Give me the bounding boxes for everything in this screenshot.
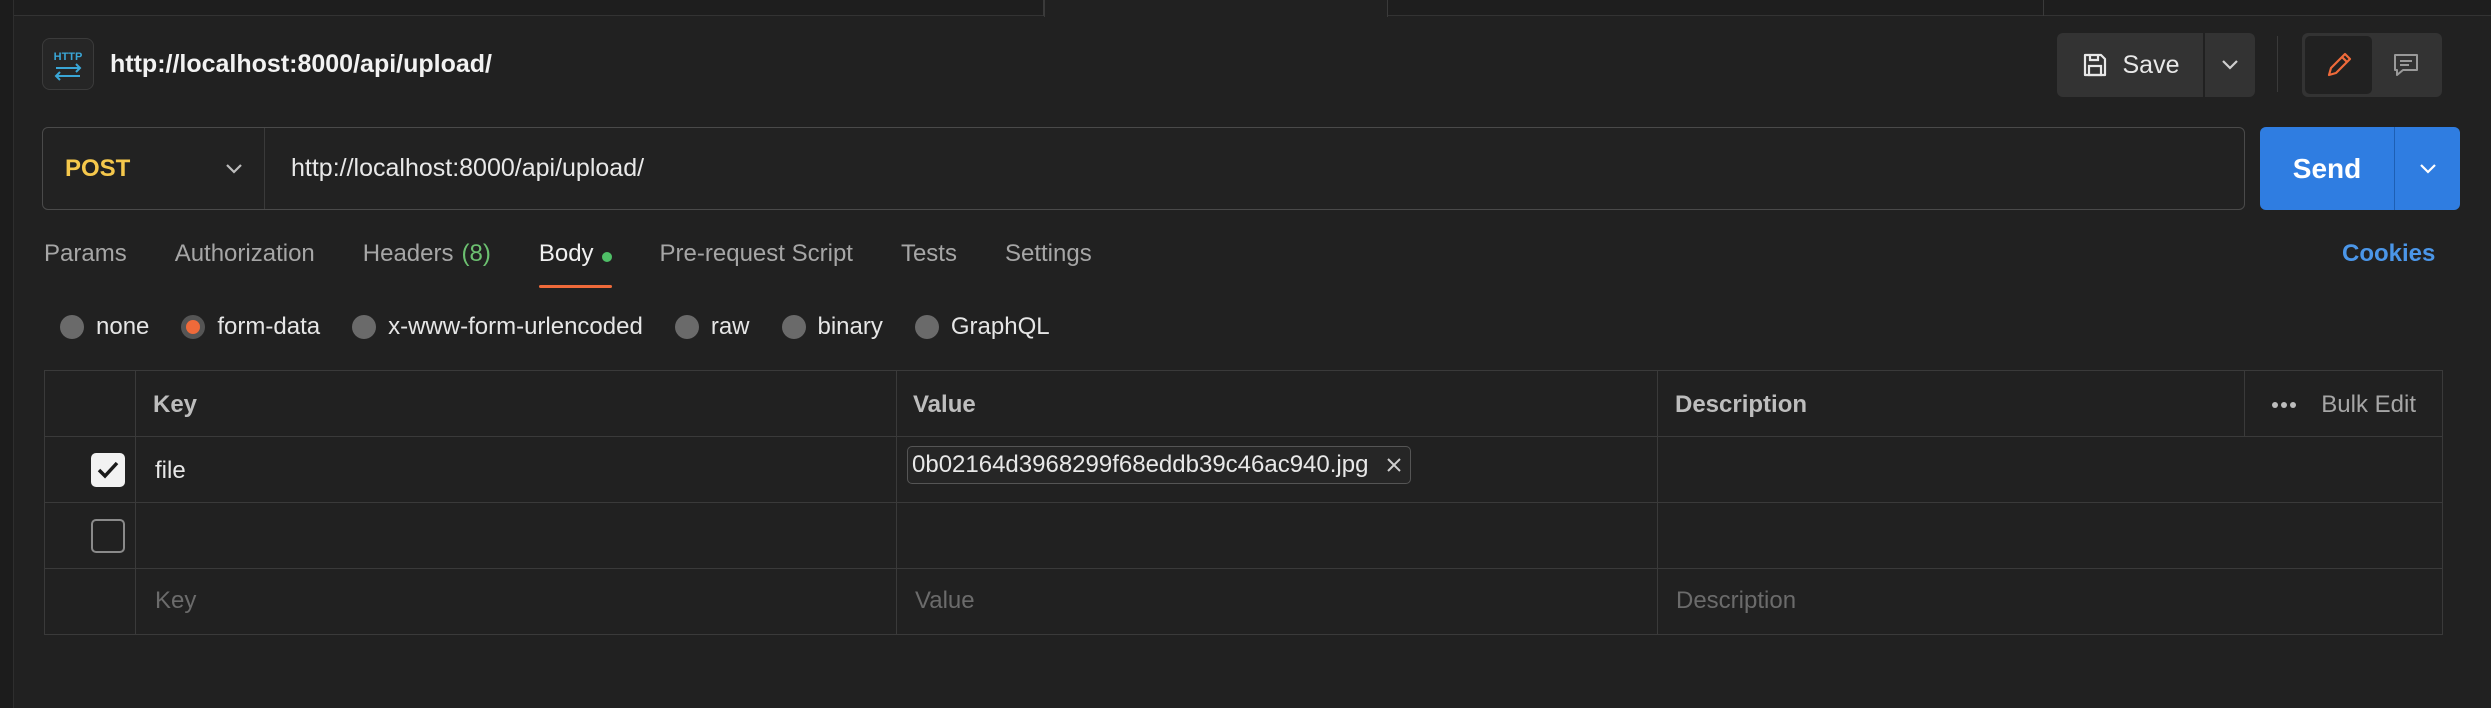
body-type-none[interactable]: none: [60, 313, 149, 341]
save-options-button[interactable]: [2205, 33, 2255, 97]
header-divider: [2277, 36, 2278, 92]
table-row: file 0b02164d3968299f68eddb39c46ac940.jp…: [45, 437, 2442, 503]
radio[interactable]: [352, 315, 377, 339]
radio-label: form-data: [217, 313, 321, 340]
request-editor: HTTP http://localhost:8000/api/upload/ S…: [0, 0, 2491, 708]
radio[interactable]: [781, 315, 806, 339]
comments-mode-button[interactable]: [2372, 36, 2439, 94]
file-name: 0b02164d3968299f68eddb39c46ac940.jpg: [912, 451, 1369, 478]
save-button[interactable]: Save: [2057, 33, 2203, 97]
edit-mode-button[interactable]: [2305, 36, 2372, 94]
tab-tests[interactable]: Tests: [901, 240, 957, 290]
request-tab-active[interactable]: [1044, 0, 1388, 17]
value-placeholder[interactable]: Value: [915, 587, 975, 615]
sidebar-edge: [0, 0, 14, 708]
method-label: POST: [65, 154, 131, 182]
comment-icon: [2393, 54, 2418, 76]
tab-label: Tests: [900, 240, 957, 267]
tab-label: Authorization: [174, 240, 315, 267]
request-tab[interactable]: [14, 0, 1044, 16]
body-type-urlencoded[interactable]: x-www-form-urlencoded: [352, 313, 643, 341]
radio-label: binary: [817, 313, 883, 340]
tab-params[interactable]: Params: [44, 240, 127, 290]
body-type-graphql[interactable]: GraphQL: [914, 313, 1050, 341]
bulk-edit-button[interactable]: Bulk Edit: [2321, 391, 2416, 419]
remove-file-icon[interactable]: [1386, 457, 1402, 473]
radio-label: GraphQL: [950, 313, 1050, 340]
body-type-selector: none form-data x-www-form-urlencoded raw…: [60, 313, 1082, 341]
request-name[interactable]: http://localhost:8000/api/upload/: [110, 50, 492, 79]
radio[interactable]: [60, 315, 84, 339]
column-divider: [135, 371, 136, 634]
checkmark-icon: [97, 461, 119, 479]
table-header-row: Key Value Description Bulk Edit: [45, 371, 2442, 437]
column-divider: [2244, 371, 2245, 437]
view-mode-toggle: [2302, 33, 2442, 97]
new-row: Key Value Description: [45, 569, 2442, 635]
url-input[interactable]: http://localhost:8000/api/upload/: [265, 154, 2244, 183]
key-placeholder[interactable]: Key: [155, 587, 196, 615]
radio-label: x-www-form-urlencoded: [388, 313, 643, 340]
pencil-icon: [2327, 52, 2351, 77]
tab-label: Body: [538, 240, 594, 267]
radio-label: raw: [710, 313, 750, 340]
bulk-edit-area: Bulk Edit: [2271, 391, 2416, 419]
key-column-header: Key: [153, 391, 198, 418]
form-data-table: Key Value Description Bulk Edit file 0b0…: [44, 370, 2443, 635]
row-key[interactable]: file: [155, 457, 186, 485]
body-type-binary[interactable]: binary: [781, 313, 883, 341]
save-label: Save: [2122, 50, 2180, 79]
method-select[interactable]: POST: [43, 128, 265, 209]
body-type-form-data[interactable]: form-data: [181, 313, 320, 341]
save-group: Save: [2057, 33, 2255, 97]
chevron-down-icon: [2222, 60, 2238, 70]
send-button[interactable]: Send: [2260, 127, 2394, 210]
chevron-down-icon: [226, 163, 242, 174]
request-tab[interactable]: [1388, 0, 2044, 16]
send-options-button[interactable]: [2394, 127, 2460, 210]
description-placeholder[interactable]: Description: [1676, 587, 1796, 615]
radio[interactable]: [674, 315, 699, 339]
tab-label: Pre-request Script: [659, 240, 853, 267]
tab-label: Settings: [1004, 240, 1092, 267]
body-indicator-dot: [601, 252, 612, 262]
column-divider: [1657, 371, 1658, 634]
file-chip[interactable]: 0b02164d3968299f68eddb39c46ac940.jpg: [907, 446, 1412, 484]
row-enabled-checkbox[interactable]: [91, 453, 125, 487]
row-enabled-checkbox[interactable]: [91, 519, 125, 553]
table-row: [45, 503, 2442, 569]
radio-label: none: [96, 313, 150, 340]
cookies-link[interactable]: Cookies: [2342, 240, 2435, 268]
tab-body[interactable]: Body: [538, 240, 612, 290]
tab-headers[interactable]: Headers (8): [363, 240, 491, 290]
column-divider: [896, 371, 897, 634]
send-group: Send: [2260, 127, 2460, 210]
url-bar: POST http://localhost:8000/api/upload/: [42, 127, 2245, 210]
tab-authorization[interactable]: Authorization: [175, 240, 315, 290]
body-type-raw[interactable]: raw: [674, 313, 750, 341]
chevron-down-icon: [2419, 163, 2436, 174]
description-column-header: Description: [1675, 391, 1808, 418]
headers-count: (8): [461, 240, 491, 267]
http-icon: HTTP: [42, 38, 94, 90]
svg-text:HTTP: HTTP: [54, 51, 83, 63]
radio[interactable]: [914, 315, 939, 339]
tab-label: Params: [44, 240, 127, 267]
request-header: HTTP http://localhost:8000/api/upload/: [42, 36, 492, 92]
request-tabs: Params Authorization Headers (8) Body Pre…: [44, 240, 1140, 290]
value-column-header: Value: [913, 391, 976, 418]
radio-selected[interactable]: [181, 315, 206, 339]
tab-pre-request-script[interactable]: Pre-request Script: [660, 240, 853, 290]
request-tab-strip: [14, 0, 2491, 17]
tab-settings[interactable]: Settings: [1005, 240, 1092, 290]
tab-label: Headers: [362, 240, 454, 267]
save-icon: [2083, 53, 2106, 77]
more-options-icon[interactable]: [2271, 401, 2297, 409]
